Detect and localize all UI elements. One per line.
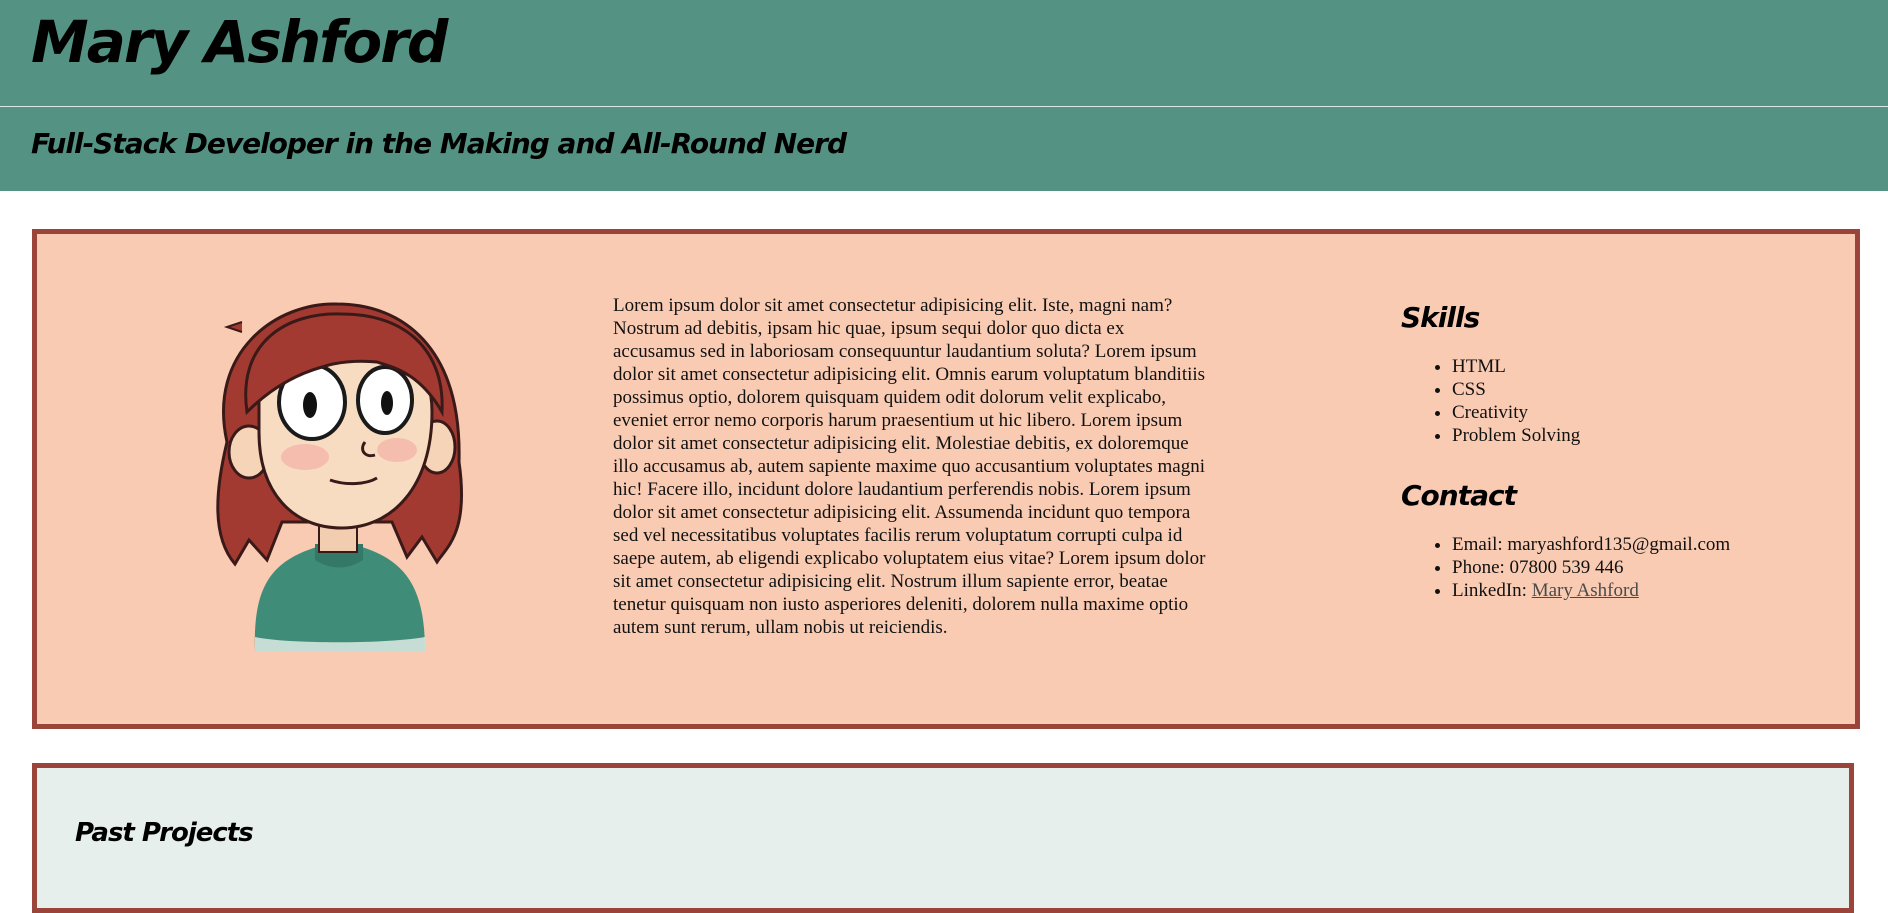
linkedin-label: LinkedIn: <box>1452 580 1532 601</box>
contact-heading: Contact <box>1401 479 1517 512</box>
skill-item: CSS <box>1452 378 1821 401</box>
contact-list: Email: maryashford135@gmail.com Phone: 0… <box>1401 533 1821 602</box>
avatar-illustration <box>216 302 464 652</box>
contact-linkedin: LinkedIn: Mary Ashford <box>1452 579 1821 602</box>
skill-item: Problem Solving <box>1452 424 1821 447</box>
about-bio: Lorem ipsum dolor sit amet consectetur a… <box>613 295 1206 638</box>
linkedin-link[interactable]: Mary Ashford <box>1532 580 1639 601</box>
skill-item: Creativity <box>1452 401 1821 424</box>
skill-item: HTML <box>1452 355 1821 378</box>
projects-card: Past Projects <box>32 763 1854 913</box>
header-tagline-bar: Full-Stack Developer in the Making and A… <box>0 107 1888 191</box>
site-title: Mary Ashford <box>31 8 448 76</box>
site-tagline: Full-Stack Developer in the Making and A… <box>31 127 847 160</box>
skills-list: HTML CSS Creativity Problem Solving <box>1401 355 1821 447</box>
projects-heading: Past Projects <box>75 818 254 848</box>
contact-email: Email: maryashford135@gmail.com <box>1452 533 1821 556</box>
side-column: Skills HTML CSS Creativity Problem Solvi… <box>1401 300 1821 602</box>
skills-heading: Skills <box>1401 301 1480 334</box>
about-card: Lorem ipsum dolor sit amet consectetur a… <box>32 229 1860 729</box>
header-name-bar: Mary Ashford <box>0 0 1888 107</box>
contact-phone: Phone: 07800 539 446 <box>1452 556 1821 579</box>
